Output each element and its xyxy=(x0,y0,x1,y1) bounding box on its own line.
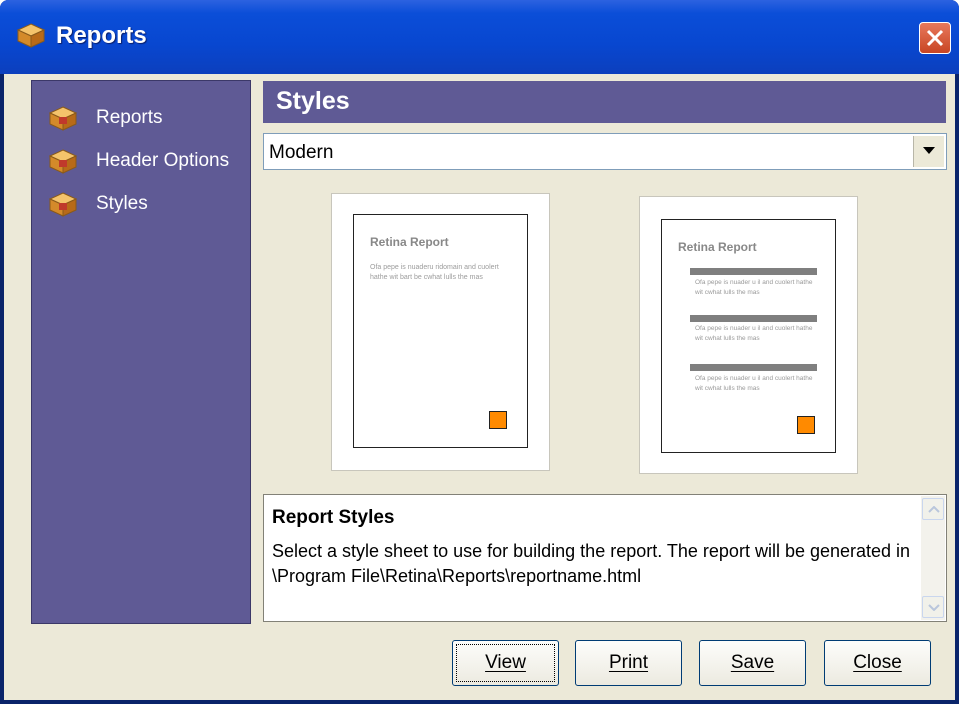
sidebar-nav: Reports Header Options Styles xyxy=(31,80,251,624)
sidebar-item-styles[interactable]: Styles xyxy=(48,187,148,221)
preview-body-text: Ofa pepe is nuaderu ridomain and cuolert… xyxy=(370,264,499,281)
package-icon xyxy=(48,192,78,217)
preview-paragraph: Ofa pepe is nuader u il and cuolert hath… xyxy=(695,375,813,392)
style-preview-modern[interactable]: Retina Report Ofa pepe is nuader u il an… xyxy=(639,196,858,474)
sidebar-item-label: Reports xyxy=(96,107,163,128)
sidebar-item-label: Header Options xyxy=(96,150,230,171)
title-bar[interactable]: Reports xyxy=(0,0,959,74)
close-icon xyxy=(926,29,944,47)
style-preview-plain[interactable]: Retina Report Ofa pepe is nuaderu ridoma… xyxy=(331,193,550,471)
scroll-up-button[interactable] xyxy=(922,498,944,520)
preview-logo-square xyxy=(797,416,815,434)
save-button[interactable]: Save xyxy=(699,640,806,686)
close-window-button[interactable] xyxy=(919,22,951,54)
package-icon xyxy=(16,23,46,48)
description-box[interactable]: Report Styles Select a style sheet to us… xyxy=(263,494,947,622)
preview-report-title: Retina Report xyxy=(678,240,757,254)
reports-window: Reports Reports Header Options Styles St… xyxy=(0,0,959,704)
sidebar-item-header-options[interactable]: Header Options xyxy=(48,144,229,178)
preview-logo-square xyxy=(489,411,507,429)
preview-section-bar xyxy=(690,315,817,322)
preview-paragraph: Ofa pepe is nuader u il and cuolert hath… xyxy=(695,279,813,296)
chevron-down-icon xyxy=(928,604,940,611)
dropdown-button[interactable] xyxy=(913,136,944,167)
preview-page: Retina Report Ofa pepe is nuader u il an… xyxy=(661,219,836,453)
vertical-scrollbar[interactable] xyxy=(921,496,945,620)
chevron-up-icon xyxy=(928,506,940,513)
description-heading: Report Styles xyxy=(272,507,395,528)
preview-section-bar xyxy=(690,268,817,275)
style-select[interactable]: Modern xyxy=(263,133,947,170)
close-button[interactable]: Close xyxy=(824,640,931,686)
style-select-value: Modern xyxy=(269,142,334,163)
print-button[interactable]: Print xyxy=(575,640,682,686)
preview-section-bar xyxy=(690,364,817,371)
window-title: Reports xyxy=(56,22,147,49)
preview-page: Retina Report Ofa pepe is nuaderu ridoma… xyxy=(353,214,528,448)
description-text: Select a style sheet to use for building… xyxy=(272,541,911,586)
package-icon xyxy=(48,106,78,131)
section-header: Styles xyxy=(263,81,946,123)
section-title: Styles xyxy=(276,87,350,115)
preview-paragraph: Ofa pepe is nuader u il and cuolert hath… xyxy=(695,325,813,342)
view-button[interactable]: View xyxy=(452,640,559,686)
chevron-down-icon xyxy=(923,147,935,154)
preview-report-title: Retina Report xyxy=(370,235,449,249)
package-icon xyxy=(48,149,78,174)
scroll-down-button[interactable] xyxy=(922,596,944,618)
sidebar-item-reports[interactable]: Reports xyxy=(48,101,163,135)
dialog-body: Reports Header Options Styles Styles Mod… xyxy=(4,74,955,700)
sidebar-item-label: Styles xyxy=(96,193,148,214)
